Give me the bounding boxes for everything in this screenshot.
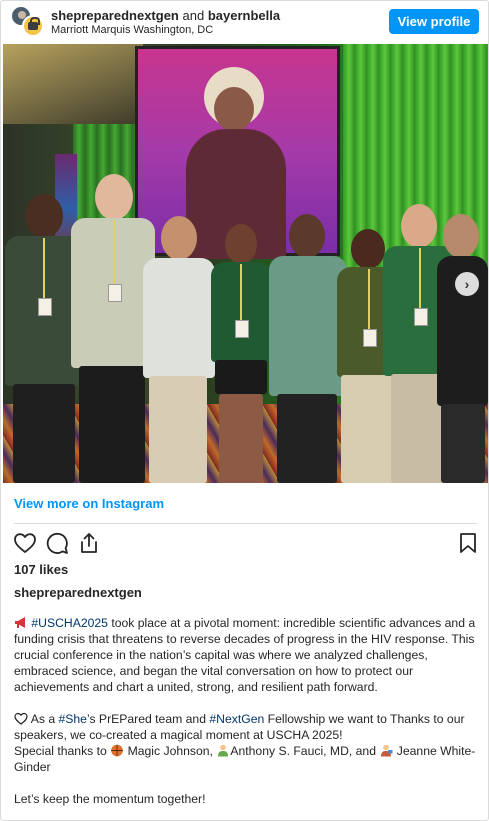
photo-person-4: [211, 224, 271, 483]
photo-ceiling: [3, 44, 143, 124]
instagram-embed-card: shepreparednextgen and bayernbella Marri…: [0, 0, 489, 821]
caption-p2-name1: Magic Johnson,: [124, 744, 217, 758]
health-worker-icon: [218, 744, 229, 757]
teacher-icon: [381, 744, 393, 757]
lock-icon: [28, 17, 40, 30]
author-conjunction: and: [182, 8, 205, 23]
author-primary-link[interactable]: shepreparednextgen: [51, 8, 179, 23]
post-authors: shepreparednextgen and bayernbella: [51, 8, 280, 23]
megaphone-icon: [15, 617, 25, 628]
caption-username[interactable]: shepreparednextgen: [14, 585, 142, 600]
hashtag-she[interactable]: #She: [59, 712, 87, 726]
post-header: shepreparednextgen and bayernbella Marri…: [1, 1, 488, 41]
caption-paragraph-1: #USCHA2025 took place at a pivotal momen…: [14, 615, 480, 695]
chevron-right-icon[interactable]: ›: [455, 272, 479, 296]
author-secondary-link[interactable]: bayernbella: [208, 8, 280, 23]
post-caption: #USCHA2025 took place at a pivotal momen…: [14, 615, 480, 820]
comment-icon[interactable]: [45, 531, 69, 555]
caption-paragraph-2: As a #She’s PrEPared team and #NextGen F…: [14, 711, 480, 775]
heart-icon[interactable]: [13, 531, 37, 555]
photo-person-5: [269, 214, 347, 483]
caption-paragraph-3: Let’s keep the momentum together!: [14, 792, 206, 806]
caption-p2-pre: As a: [28, 712, 59, 726]
share-icon[interactable]: [77, 531, 101, 555]
hashtag-nextgen[interactable]: #NextGen: [209, 712, 264, 726]
post-location[interactable]: Marriott Marquis Washington, DC: [51, 24, 213, 36]
divider: [14, 523, 477, 524]
caption-p2-thanks: Special thanks to: [14, 744, 111, 758]
avatar-secondary[interactable]: [22, 15, 44, 37]
collab-avatars[interactable]: [10, 5, 46, 37]
photo-person-8: [437, 214, 488, 483]
caption-p2-name2: Anthony S. Fauci, MD, and: [230, 744, 380, 758]
post-photo[interactable]: ›: [3, 44, 488, 483]
hashtag-uscha2025[interactable]: #USCHA2025: [31, 616, 108, 630]
caption-p2-mid1: ’s PrEPared team and: [86, 712, 210, 726]
view-profile-button[interactable]: View profile: [389, 9, 479, 34]
likes-count[interactable]: 107 likes: [14, 562, 68, 577]
basketball-icon: [111, 744, 124, 757]
bookmark-icon[interactable]: [456, 531, 480, 555]
photo-person-3: [143, 216, 215, 483]
white-heart-icon: [14, 712, 28, 725]
view-more-link[interactable]: View more on Instagram: [14, 496, 164, 511]
